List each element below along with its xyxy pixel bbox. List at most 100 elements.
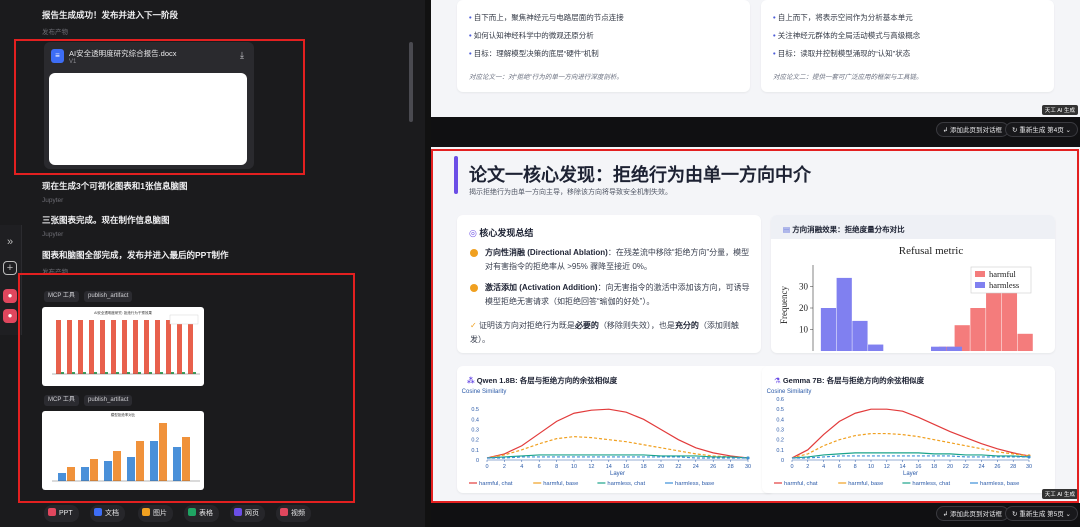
y-axis-label: Cosine Similarity [462,389,507,395]
series-point [746,456,750,460]
x-tick-label: 18 [641,464,647,470]
expand-icon[interactable]: » [3,235,17,249]
publish-artifact-tag: publish_artifact [84,395,133,406]
bullet: • 如何认知神经科学中的微观还原分析 [469,31,594,40]
legend-label: harmless, chat [607,481,645,487]
create-3-button[interactable]: 表格 [184,505,219,522]
histogram-title: Refusal metric [899,245,964,257]
create-5-button[interactable]: 视频 [276,505,311,522]
thumbnail-1-title: AI安全透明度研究: 拒绝行为干预效果 [94,310,152,315]
bar-chart-icon: ▤ [783,225,791,234]
x-tick-label: 24 [979,464,985,470]
thumbnail-bar [89,320,94,374]
regenerate-page-button[interactable]: ↻ 重新生成 第4页 ⌄ [1005,122,1078,137]
thumbnail-bar [136,441,144,481]
thumbnail-bar [182,437,190,481]
x-tick-label: 20 [658,464,664,470]
create-type-icon [234,508,242,516]
histogram-bar [1001,292,1018,351]
legend-label: harmful [989,269,1017,279]
target-icon: ◎ [469,228,477,238]
y-tick-label: 0.3 [471,428,479,434]
download-icon[interactable]: ⤓ [240,50,244,61]
x-tick-label: 6 [538,464,541,470]
mcp-tool-tag: MCP 工具 [44,395,79,406]
legend-label: harmless [989,280,1019,290]
y-tick-label: 0.5 [471,407,479,413]
docx-file-icon: ≡ [51,49,64,63]
create-type-label: 视频 [291,510,305,517]
regenerate-page-button[interactable]: ↻ 重新生成 第5页 ⌄ [1005,506,1078,521]
thumbnail-bar [138,372,141,374]
create-1-button[interactable]: 文档 [90,505,125,522]
app-icon-2[interactable]: ● [3,309,17,323]
chat-panel: » + ● ● 报告生成成功！发布并进入下一阶段 发布产物 ≡ AI安全透明度研… [0,0,425,527]
chat-scrollbar[interactable] [409,42,413,122]
x-tick-label: 4 [822,464,825,470]
file-card[interactable]: ≡ AI安全透明度研究综合报告.docx V1 ⤓ [44,42,254,169]
add-icon[interactable]: + [3,261,17,275]
create-0-button[interactable]: PPT [44,505,79,522]
y-tick-label: 0.3 [776,428,784,434]
y-tick-label: 0.1 [776,448,784,454]
ai-watermark: 天工 AI 生成 [1041,105,1078,115]
y-tick-label: 0.1 [471,448,479,454]
card-note: 对应论文二：提供一套可广泛应用的框架与工具链。 [773,74,923,81]
histogram-bar [986,286,1002,351]
app-icon-1[interactable]: ● [3,289,17,303]
create-type-icon [48,508,56,516]
side-rail: » + ● ● [0,225,22,335]
create-4-button[interactable]: 网页 [230,505,265,522]
y-tick-label: 0 [781,458,784,464]
chat-message-sub: 发布产物 [42,29,68,36]
thumbnail-2-title: 模型拒绝率对比 [111,412,136,417]
x-tick-label: 30 [1026,464,1032,470]
create-type-icon [188,508,196,516]
create-type-label: PPT [59,510,73,517]
x-tick-label: 22 [675,464,681,470]
thumbnail-bar [188,320,193,374]
thumbnail-bar [149,372,152,374]
add-page-to-chat-button[interactable]: ↲ 添加此页到对话框 [935,122,1009,137]
publish-artifact-tag: publish_artifact [84,291,133,302]
thumbnail-bar [127,372,130,374]
thumbnail-bar [81,467,89,481]
finding-marker-icon [470,284,478,292]
thumbnail-bar [166,320,171,374]
chart-thumbnail-2[interactable]: 模型拒绝率对比 [42,411,204,490]
series-point [1027,455,1031,459]
thumbnail-1-legend [169,314,199,325]
x-tick-label: 8 [854,464,857,470]
x-tick-label: 30 [745,464,751,470]
thumbnail-1-bars [52,320,200,375]
thumbnail-bar [100,320,105,374]
x-tick-label: 4 [520,464,523,470]
gemma-chart-card: ⚗ Gemma 7B: 各层与拒绝方向的余弦相似度 Cosine Similar… [762,366,1055,493]
file-preview[interactable] [49,73,247,165]
thumbnail-bar [104,461,112,481]
title-accent-bar [454,156,458,194]
add-page-to-chat-button[interactable]: ↲ 添加此页到对话框 [935,506,1009,521]
y-tick-label: 20 [799,303,809,313]
gemma-line-chart: Cosine Similarity00.10.20.30.40.50.60 2 4 6… [767,389,1032,487]
y-tick-label: 0.4 [776,417,784,423]
create-2-button[interactable]: 图片 [138,505,173,522]
chat-message: 三张图表完成。现在制作信息脑图 [42,215,170,225]
x-tick-label: 8 [555,464,558,470]
x-tick-label: 16 [915,464,921,470]
return-icon: ↲ [942,511,949,518]
create-type-icon [142,508,150,516]
qwen-chart-card: ⁂ Qwen 1.8B: 各层与拒绝方向的余弦相似度 Cosine Simila… [457,366,774,493]
slides-panel: • 自下而上，聚焦神经元与电路层面的节点连接 • 如何认知神经科学中的微观还原分… [431,0,1080,527]
x-tick-label: 20 [947,464,953,470]
finding-2: 激活添加 (Activation Addition)：向无害指令的激活中添加该方… [485,283,750,306]
chart-thumbnail-1[interactable]: AI安全透明度研究: 拒绝行为干预效果 [42,307,204,386]
card-note: 对应论文一：对“拒绝”行为的单一方向进行深度剖析。 [469,74,623,81]
x-tick-label: 0 [790,464,793,470]
histogram-card-title: ▤ 方向消融效果：拒绝度量分布对比 [783,225,905,234]
refresh-icon: ↻ [1012,127,1018,134]
y-axis-label: Cosine Similarity [767,389,812,395]
bullet: • 目标：理解模型决策的底层“硬件”机制 [469,49,599,58]
thumbnail-bar [90,459,98,481]
x-tick-label: 12 [884,464,890,470]
